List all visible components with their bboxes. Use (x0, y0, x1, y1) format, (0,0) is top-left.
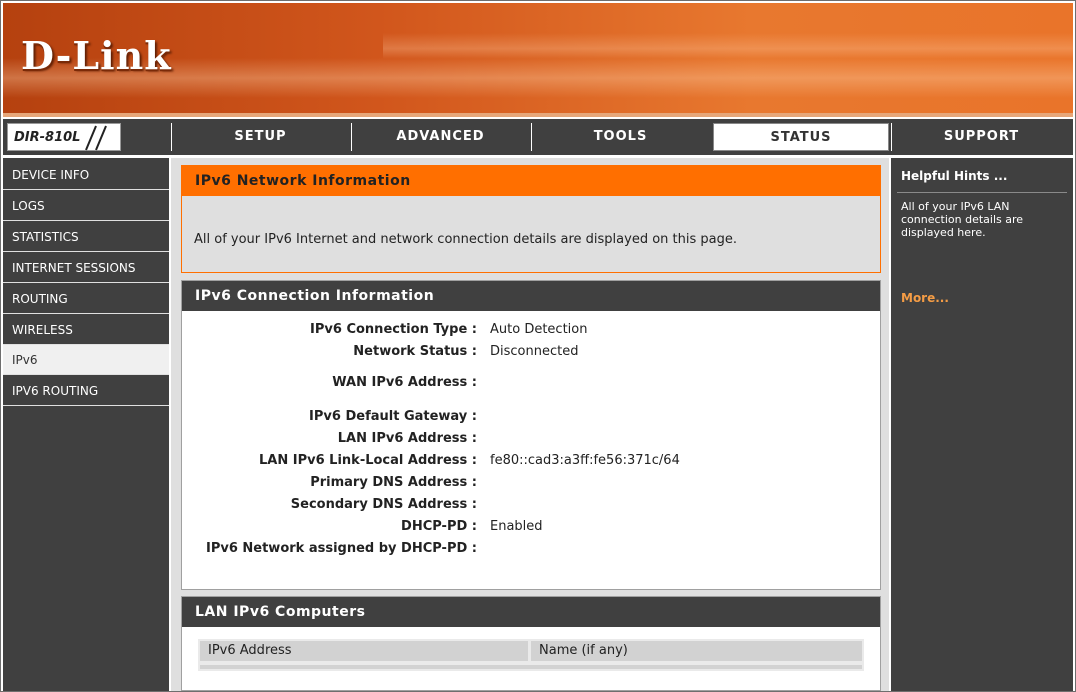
field-label: IPv6 Default Gateway : (309, 409, 477, 424)
field-link-local-address: LAN IPv6 Link-Local Address : fe80::cad3… (182, 452, 872, 470)
hints-text: All of your IPv6 LAN connection details … (901, 200, 1024, 239)
tab-status[interactable]: STATUS (713, 123, 889, 151)
network-info-title: IPv6 Network Information (182, 166, 880, 196)
header-divider (3, 113, 1073, 117)
field-label: DHCP-PD : (401, 519, 477, 534)
field-value: Enabled (490, 519, 543, 534)
field-default-gateway: IPv6 Default Gateway : (182, 408, 872, 426)
network-info-section: IPv6 Network Information All of your IPv… (181, 165, 881, 273)
tab-tools[interactable]: TOOLS (531, 123, 709, 151)
field-value: fe80::cad3:a3ff:fe56:371c/64 (490, 453, 680, 468)
sidebar-item-ipv6[interactable]: IPv6 (3, 345, 169, 375)
sidebar-item-logs[interactable]: LOGS (3, 191, 169, 221)
tab-advanced[interactable]: ADVANCED (351, 123, 529, 151)
field-network-status: Network Status : Disconnected (182, 343, 872, 361)
connection-info-title: IPv6 Connection Information (182, 281, 880, 311)
field-label: Secondary DNS Address : (290, 497, 477, 512)
lan-computers-title: LAN IPv6 Computers (182, 597, 880, 627)
field-label: IPv6 Connection Type : (310, 322, 477, 337)
sidebar-item-ipv6-routing[interactable]: IPV6 ROUTING (3, 376, 169, 406)
field-label: WAN IPv6 Address : (332, 375, 477, 390)
field-primary-dns: Primary DNS Address : (182, 474, 872, 492)
field-secondary-dns: Secondary DNS Address : (182, 496, 872, 514)
field-label: IPv6 Network assigned by DHCP-PD : (205, 541, 477, 556)
tab-setup[interactable]: SETUP (171, 123, 349, 151)
field-wan-ipv6-address: WAN IPv6 Address : (182, 374, 872, 392)
field-label: LAN IPv6 Address : (337, 431, 477, 446)
model-slashes-icon (85, 125, 107, 151)
field-label: LAN IPv6 Link-Local Address : (259, 453, 477, 468)
lan-computers-table: IPv6 Address Name (if any) (198, 639, 864, 671)
field-label: Network Status : (353, 344, 477, 359)
field-dhcp-pd: DHCP-PD : Enabled (182, 518, 872, 536)
network-info-description: All of your IPv6 Internet and network co… (194, 232, 737, 247)
hints-title: Helpful Hints ... (901, 169, 1008, 183)
dlink-logo[interactable]: D-Link (21, 33, 172, 78)
field-lan-ipv6-address: LAN IPv6 Address : (182, 430, 872, 448)
main-content: IPv6 Network Information All of your IPv… (171, 158, 889, 691)
sidebar-item-wireless[interactable]: WIRELESS (3, 315, 169, 345)
helpful-hints-panel: Helpful Hints ... All of your IPv6 LAN c… (891, 158, 1073, 691)
sidebar-item-statistics[interactable]: STATISTICS (3, 222, 169, 252)
field-value: Auto Detection (490, 322, 588, 337)
sidebar-item-device-info[interactable]: DEVICE INFO (3, 160, 169, 190)
sidebar: DEVICE INFO LOGS STATISTICS INTERNET SES… (3, 158, 169, 691)
field-value: Disconnected (490, 344, 579, 359)
field-connection-type: IPv6 Connection Type : Auto Detection (182, 321, 872, 339)
table-empty-row (200, 665, 862, 669)
header-sheen (383, 33, 1073, 59)
more-link[interactable]: More... (901, 291, 949, 305)
field-dhcp-pd-network: IPv6 Network assigned by DHCP-PD : (182, 540, 872, 578)
column-header-name: Name (if any) (531, 641, 862, 661)
sidebar-item-routing[interactable]: ROUTING (3, 284, 169, 314)
model-name: DIR-810L (14, 130, 81, 145)
lan-computers-section: LAN IPv6 Computers IPv6 Address Name (if… (181, 596, 881, 691)
field-label: Primary DNS Address : (310, 475, 477, 490)
router-admin-page: D-Link DIR-810L SETUP ADVANCED TOOLS STA… (0, 0, 1076, 692)
connection-info-section: IPv6 Connection Information IPv6 Connect… (181, 280, 881, 590)
model-badge: DIR-810L (7, 123, 121, 151)
header-banner: D-Link (3, 3, 1073, 113)
top-nav: DIR-810L SETUP ADVANCED TOOLS STATUS SUP… (3, 119, 1073, 155)
column-header-ipv6-address: IPv6 Address (200, 641, 528, 661)
tab-support[interactable]: SUPPORT (891, 123, 1071, 151)
sidebar-item-internet-sessions[interactable]: INTERNET SESSIONS (3, 253, 169, 283)
hints-divider (897, 192, 1067, 193)
